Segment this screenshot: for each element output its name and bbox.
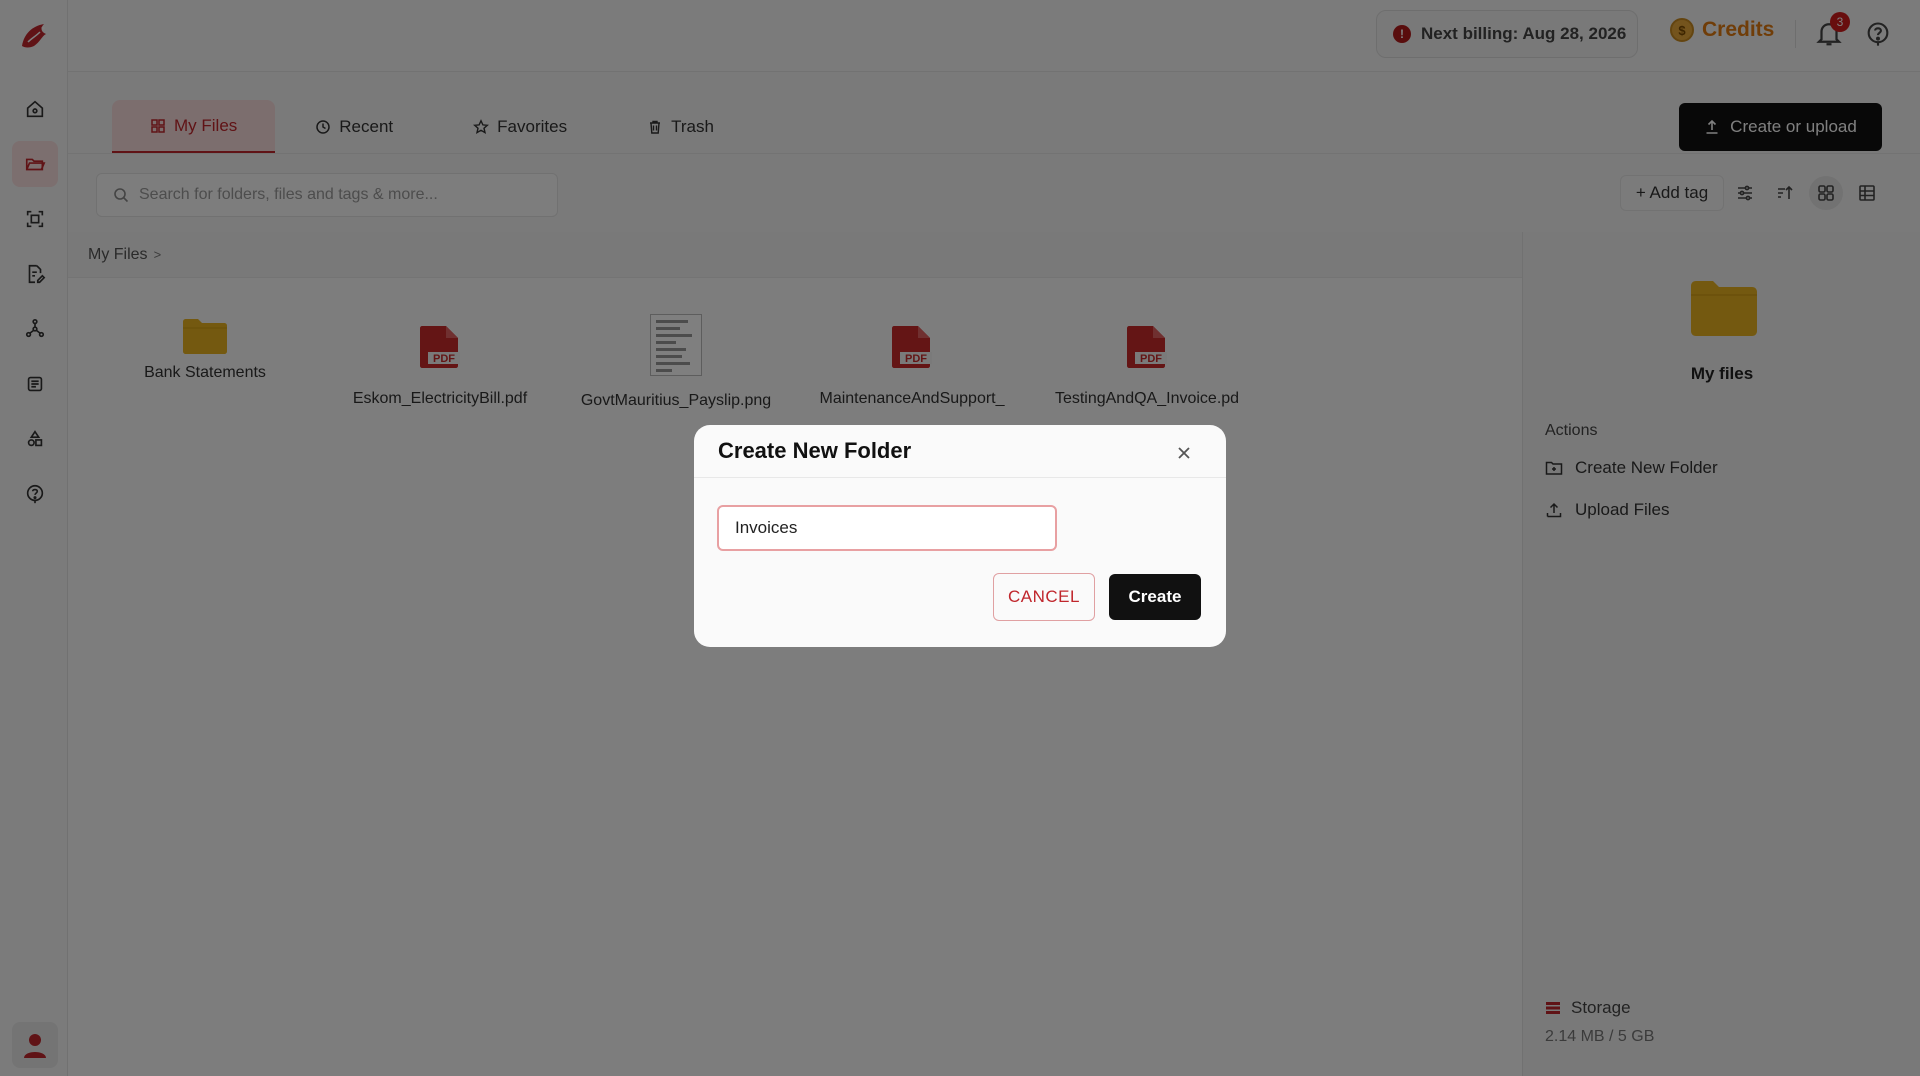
dialog-title: Create New Folder — [718, 438, 912, 463]
create-folder-dialog: Create New Folder CANCEL Create — [694, 425, 1226, 647]
cancel-button[interactable]: CANCEL — [993, 573, 1095, 621]
folder-name-input[interactable] — [717, 505, 1057, 551]
close-button[interactable] — [1172, 441, 1196, 465]
dialog-header: Create New Folder — [694, 425, 1226, 478]
create-button[interactable]: Create — [1109, 574, 1201, 620]
close-icon — [1178, 447, 1190, 459]
